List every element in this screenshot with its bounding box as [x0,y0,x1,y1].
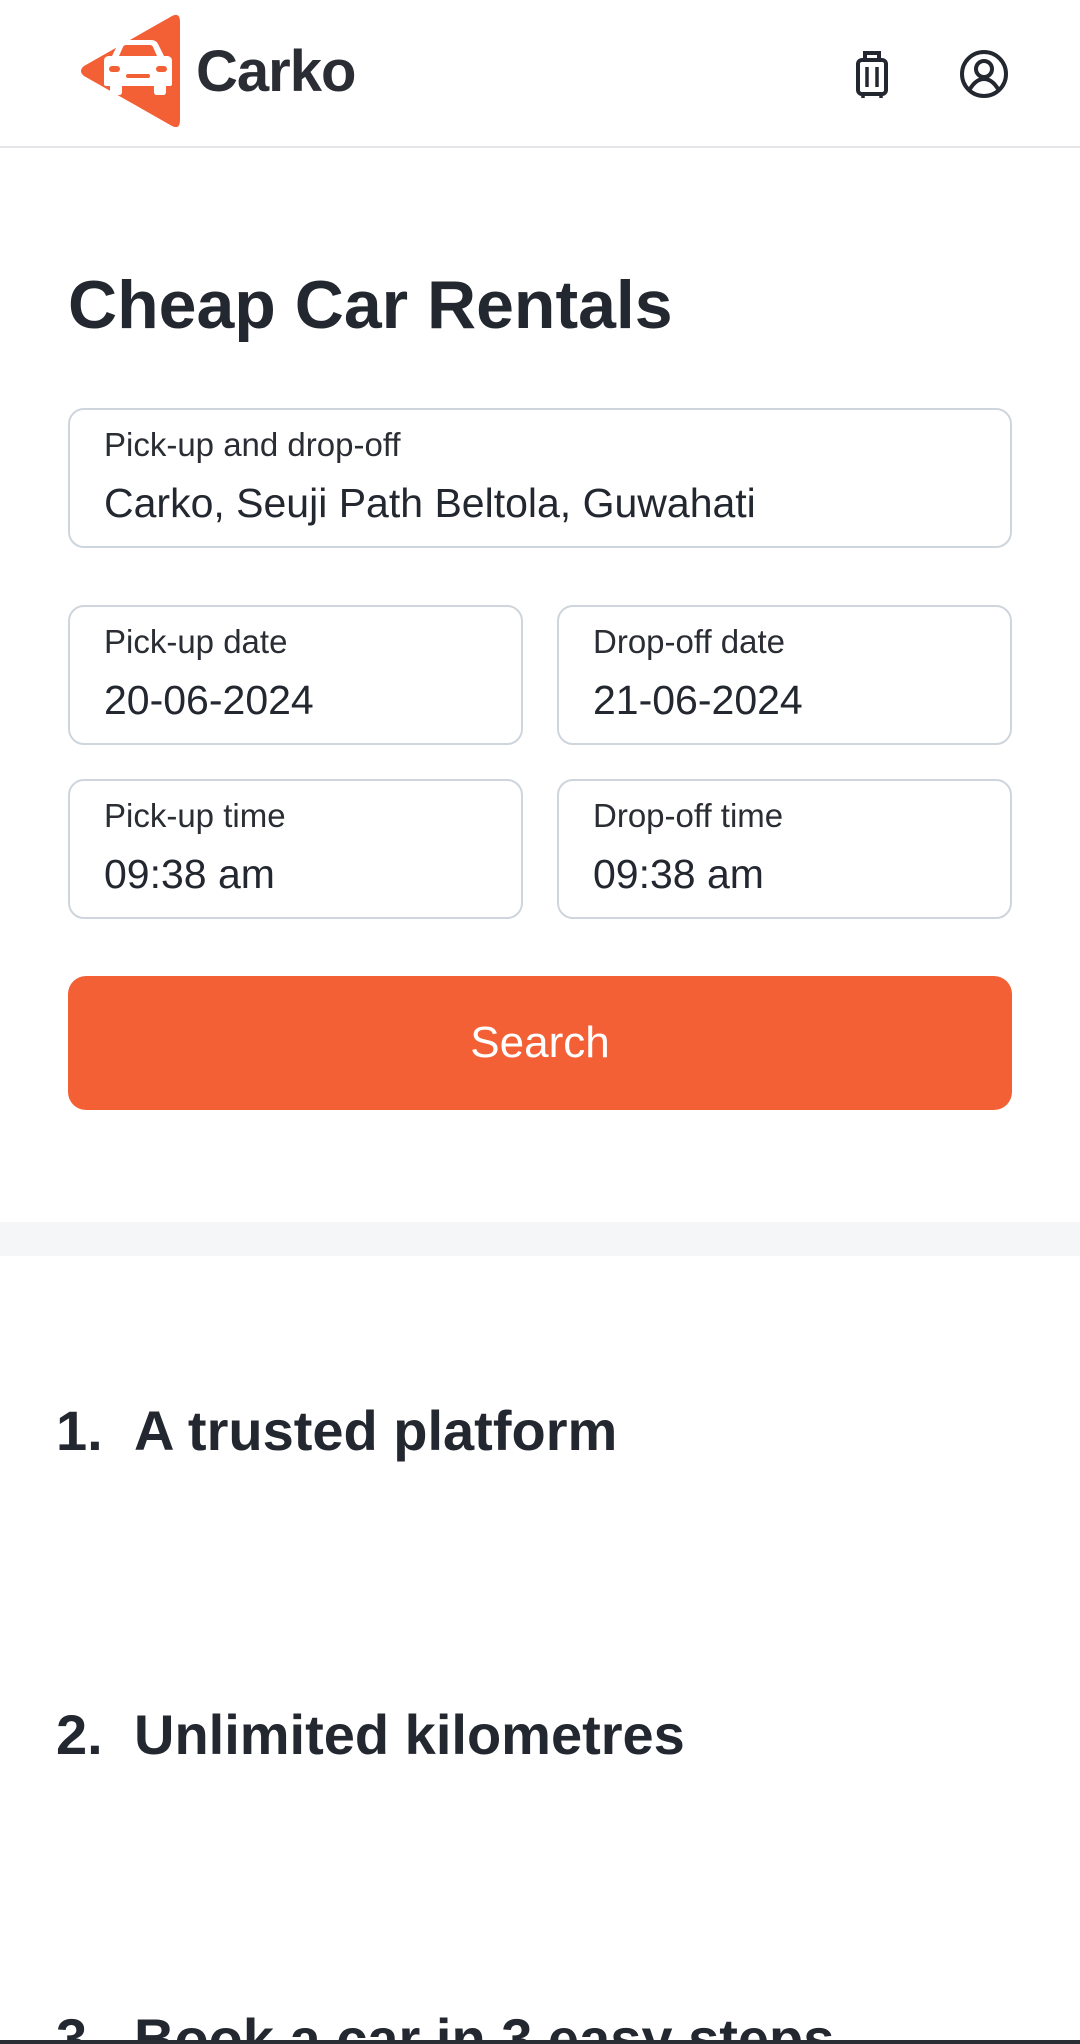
feature-number: 2. [56,1703,103,1766]
user-account-icon[interactable] [958,48,1010,100]
feature-number: 1. [56,1399,103,1462]
feature-title: A trusted platform [134,1399,618,1462]
pickup-time-field[interactable]: Pick-up time 09:38 am [68,779,523,919]
feature-title: Unlimited kilometres [134,1703,685,1766]
location-value[interactable]: Carko, Seuji Path Beltola, Guwahati [104,480,756,527]
page-title: Cheap Car Rentals [68,267,673,343]
pickup-date-label: Pick-up date [104,623,288,660]
pickup-date-value[interactable]: 20-06-2024 [104,677,314,724]
pickup-time-value[interactable]: 09:38 am [104,851,275,898]
section-divider [0,1222,1080,1256]
feature-heading: 1. A trusted platform [56,1398,617,1463]
pickup-date-field[interactable]: Pick-up date 20-06-2024 [68,605,523,745]
car-logo-icon[interactable] [78,12,198,130]
dropoff-time-field[interactable]: Drop-off time 09:38 am [557,779,1012,919]
brand-name[interactable]: Carko [196,38,356,105]
luggage-icon[interactable] [846,48,898,100]
dropoff-date-label: Drop-off date [593,623,786,660]
bottom-edge-line [0,2040,1080,2044]
feature-number: 3. [56,2007,103,2044]
search-button[interactable]: Search [68,976,1012,1110]
top-header: Carko [0,0,1080,148]
location-label: Pick-up and drop-off [104,426,401,463]
location-field[interactable]: Pick-up and drop-off Carko, Seuji Path B… [68,408,1012,548]
dropoff-time-label: Drop-off time [593,797,784,834]
dropoff-date-field[interactable]: Drop-off date 21-06-2024 [557,605,1012,745]
feature-heading: 2. Unlimited kilometres [56,1702,685,1767]
pickup-time-label: Pick-up time [104,797,286,834]
feature-title: Book a car in 3 easy steps [134,2007,835,2044]
feature-heading: 3. Book a car in 3 easy steps [56,2006,834,2044]
dropoff-time-value[interactable]: 09:38 am [593,851,764,898]
dropoff-date-value[interactable]: 21-06-2024 [593,677,803,724]
page: Carko Cheap Car Rentals Pick-up and drop… [0,0,1080,2044]
